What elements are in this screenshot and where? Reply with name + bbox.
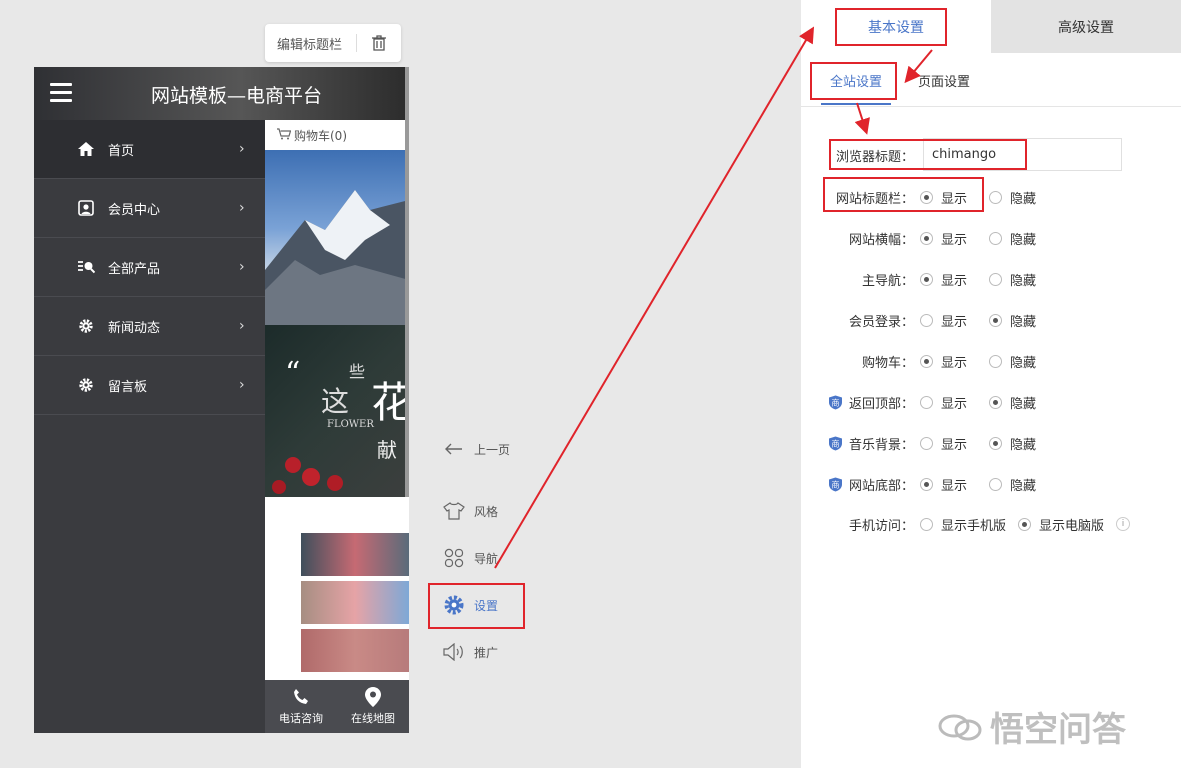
annotation-arrows — [494, 26, 933, 569]
chat-bubble-icon — [938, 714, 982, 740]
watermark-text: 悟空问答 — [990, 710, 1126, 750]
watermark: 悟空问答 — [938, 702, 1126, 751]
